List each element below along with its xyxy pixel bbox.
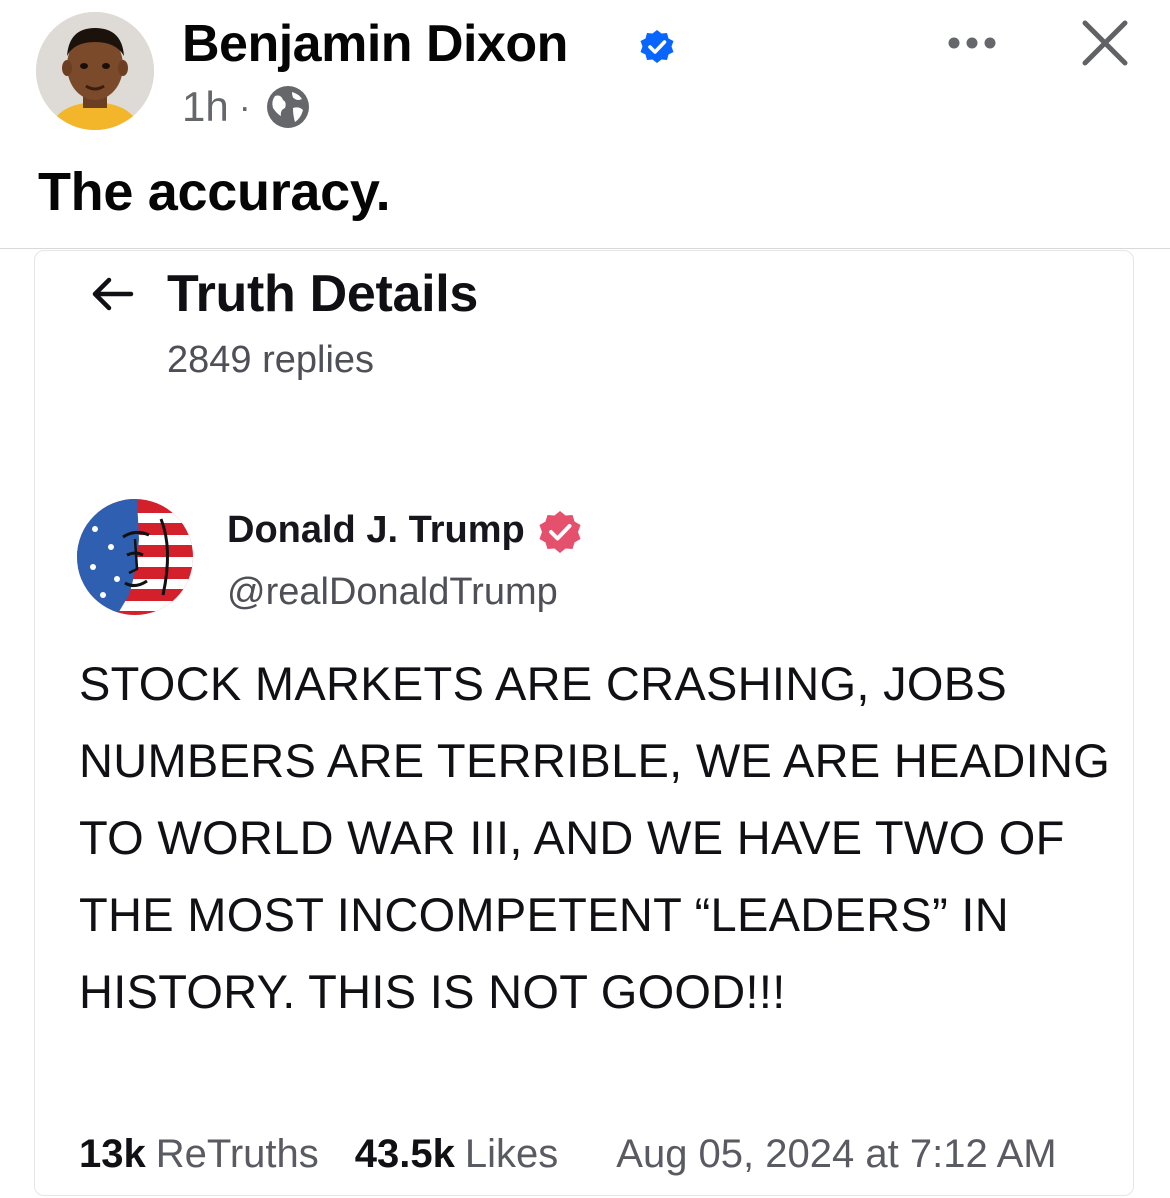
truth-body-text: STOCK MARKETS ARE CRASHING, JOBS NUMBERS… (79, 657, 1111, 1018)
post-meta: 1h · (182, 82, 311, 132)
post-header: Benjamin Dixon 1h · (0, 0, 1170, 150)
meta-separator: · (238, 86, 251, 127)
likes-count: 43.5k (354, 1132, 455, 1176)
replies-count: 2849 replies (167, 339, 375, 381)
truth-verified-badge-icon (539, 511, 581, 553)
close-icon[interactable] (1076, 14, 1134, 72)
shared-truth-screenshot[interactable]: Truth Details 2849 replies Donald J. Tru… (34, 250, 1134, 1196)
verified-badge-icon (640, 30, 674, 63)
likes-label: Likes (464, 1132, 559, 1176)
retruths-label: ReTruths (155, 1132, 319, 1176)
author-name[interactable]: Benjamin Dixon (182, 14, 568, 74)
retruths-count: 13k (79, 1132, 146, 1176)
globe-icon[interactable] (265, 84, 311, 130)
post-timestamp[interactable]: 1h (182, 82, 229, 132)
divider (0, 248, 1170, 249)
post-caption: The accuracy. (38, 162, 391, 222)
truth-details-title: Truth Details (167, 265, 479, 323)
trump-avatar (77, 499, 193, 615)
more-options-icon[interactable] (944, 26, 1000, 60)
trump-display-name: Donald J. Trump (227, 509, 525, 551)
back-arrow-icon (92, 277, 134, 311)
author-avatar[interactable] (36, 12, 154, 130)
trump-handle: @realDonaldTrump (227, 571, 558, 613)
truth-stats: 13k ReTruths 43.5k Likes Aug 05, 2024 at… (79, 1129, 1057, 1179)
truth-date: Aug 05, 2024 at 7:12 AM (616, 1132, 1057, 1176)
